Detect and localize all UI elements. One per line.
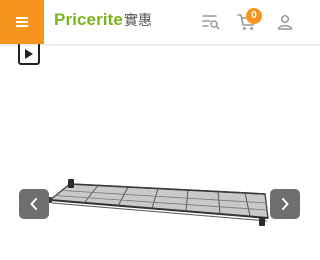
site-header: Pricerite 實惠 0 xyxy=(0,0,320,44)
play-icon xyxy=(25,49,33,59)
chevron-left-icon xyxy=(30,198,37,210)
user-icon xyxy=(277,14,293,30)
previous-image-button[interactable] xyxy=(19,189,49,219)
cart-count-badge: 0 xyxy=(246,8,262,24)
next-image-button[interactable] xyxy=(270,189,300,219)
site-logo[interactable]: Pricerite 實惠 xyxy=(54,10,152,36)
filter-button[interactable] xyxy=(200,11,222,33)
chevron-right-icon xyxy=(282,198,289,210)
menu-button[interactable] xyxy=(0,0,44,44)
logo-chinese-text: 實惠 xyxy=(123,13,152,29)
video-button[interactable] xyxy=(18,43,40,65)
product-image-wire-shelf xyxy=(47,179,269,226)
hamburger-menu-icon xyxy=(16,17,28,27)
logo-latin-text: Pricerite xyxy=(54,10,123,29)
product-page: Pricerite 實惠 0 xyxy=(0,0,320,260)
account-button[interactable] xyxy=(274,11,296,33)
search-filter-icon xyxy=(202,15,220,30)
